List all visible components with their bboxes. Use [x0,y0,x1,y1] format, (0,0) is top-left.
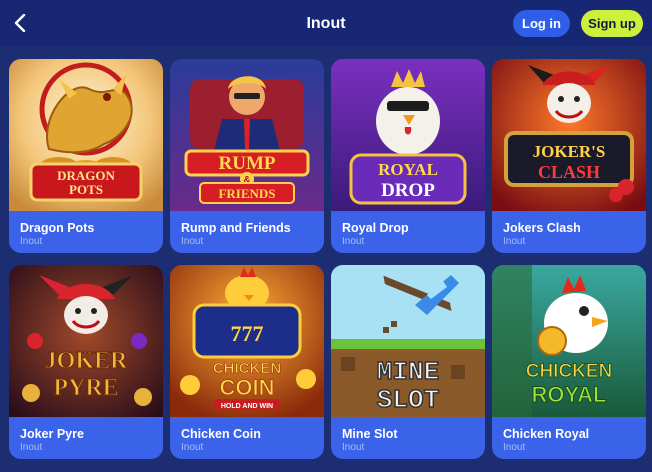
back-button[interactable] [8,10,32,36]
logo-line-1: DRAGON [57,168,115,183]
chevron-left-icon [14,14,26,32]
logo-line-1: 777 [231,321,264,346]
game-card-dragon-pots[interactable]: DRAGON POTS Dragon Pots Inout [9,59,163,253]
game-card-jokers-clash[interactable]: JOKER'S CLASH Jokers Clash Inout [492,59,646,253]
jokers-clash-artwork: JOKER'S CLASH [492,59,646,211]
game-provider: Inout [181,236,204,247]
logo-line-2: ROYAL [532,382,607,407]
logo-line-1: CHICKEN [526,361,613,382]
game-title: Dragon Pots [20,221,95,235]
game-provider: Inout [342,236,365,247]
mine-slot-artwork: MINE SLOT [331,265,485,417]
game-provider: Inout [20,236,43,247]
logo-line-1: MINE [377,357,439,387]
dragon-pots-artwork: DRAGON POTS [9,59,163,211]
logo-line-4: HOLD AND WIN [221,403,273,410]
game-grid: DRAGON POTS Dragon Pots Inout RUMP & FRI… [0,47,652,472]
logo-line-2: POTS [69,182,103,197]
game-title: Chicken Coin [181,427,261,441]
game-provider: Inout [181,442,204,453]
logo-line-1: JOKER'S [533,142,606,161]
game-thumbnail: 777 CHICKEN COIN HOLD AND WIN [170,265,324,417]
game-card-joker-pyre[interactable]: JOKER PYRE Joker Pyre Inout [9,265,163,459]
logo-line-1: JOKER [45,348,128,374]
game-provider: Inout [503,236,526,247]
game-title: Joker Pyre [20,427,84,441]
game-title: Jokers Clash [503,221,581,235]
game-provider: Inout [20,442,43,453]
logo-line-2: DROP [381,180,435,201]
signup-button[interactable]: Sign up [581,10,643,37]
game-thumbnail: RUMP & FRIENDS [170,59,324,211]
game-provider: Inout [342,442,365,453]
game-thumbnail: MINE SLOT [331,265,485,417]
game-title: Mine Slot [342,427,398,441]
joker-pyre-artwork: JOKER PYRE [9,265,163,417]
page-title: Inout [306,14,346,32]
game-card-mine-slot[interactable]: MINE SLOT Mine Slot Inout [331,265,485,459]
game-thumbnail: DRAGON POTS [9,59,163,211]
game-thumbnail: CHICKEN ROYAL [492,265,646,417]
game-provider: Inout [503,442,526,453]
logo-line-2: CLASH [538,162,600,182]
game-title: Rump and Friends [181,221,291,235]
logo-line-3: FRIENDS [218,186,275,201]
logo-line-1: ROYAL [378,160,438,179]
logo-line-2: SLOT [377,385,439,415]
game-card-chicken-royal[interactable]: CHICKEN ROYAL Chicken Royal Inout [492,265,646,459]
game-thumbnail: JOKER PYRE [9,265,163,417]
chicken-royal-artwork: CHICKEN ROYAL [492,265,646,417]
rump-and-friends-artwork: RUMP & FRIENDS [170,59,324,211]
game-card-rump-and-friends[interactable]: RUMP & FRIENDS Rump and Friends Inout [170,59,324,253]
logo-line-1: RUMP [219,153,276,174]
game-title: Chicken Royal [503,427,590,441]
game-title: Royal Drop [342,221,409,235]
logo-line-3: COIN [220,375,275,400]
login-button[interactable]: Log in [513,10,570,37]
top-bar: Inout Log in Sign up [0,0,652,47]
logo-line-2: PYRE [53,375,118,401]
royal-drop-artwork: ROYAL DROP [331,59,485,211]
game-thumbnail: JOKER'S CLASH [492,59,646,211]
chicken-coin-artwork: 777 CHICKEN COIN HOLD AND WIN [170,265,324,417]
game-thumbnail: ROYAL DROP [331,59,485,211]
game-card-chicken-coin[interactable]: 777 CHICKEN COIN HOLD AND WIN Chicken Co… [170,265,324,459]
game-card-royal-drop[interactable]: ROYAL DROP Royal Drop Inout [331,59,485,253]
